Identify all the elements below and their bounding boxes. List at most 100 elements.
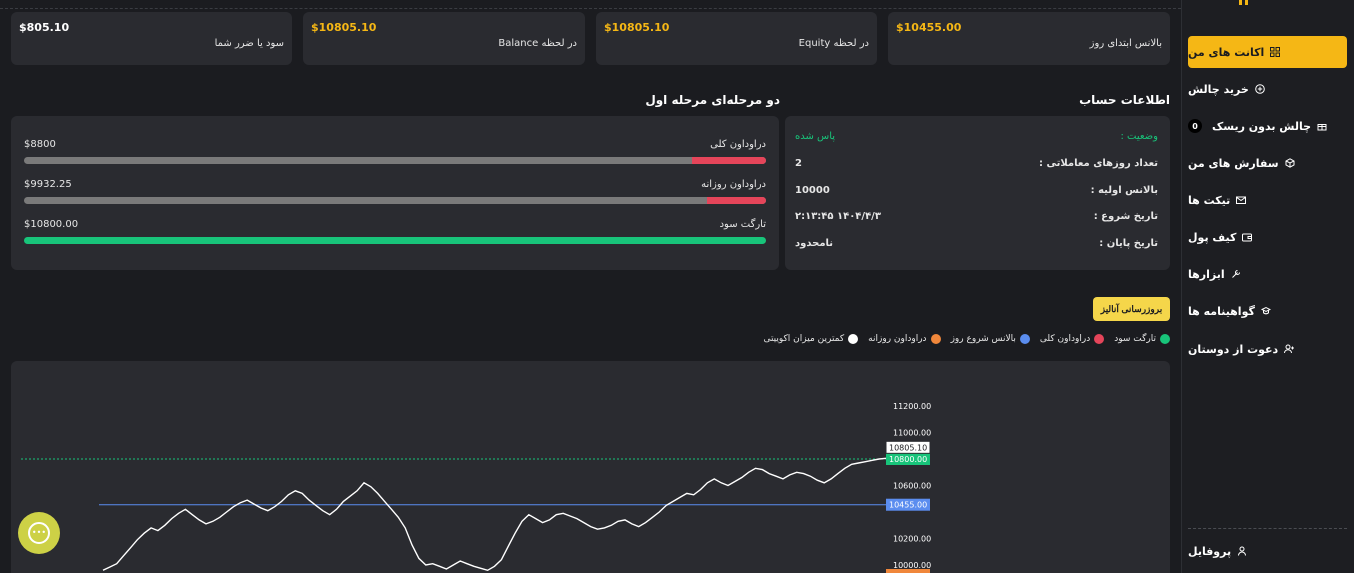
y-tick-label: 11000.00 bbox=[893, 429, 931, 438]
stat-card-start-balance: $10455.00 بالانس ابتدای روز bbox=[888, 12, 1170, 65]
stat-label: در لحظه Equity bbox=[798, 38, 869, 49]
top-divider bbox=[0, 8, 1181, 9]
legend-label: بالانس شروع روز bbox=[950, 334, 1016, 344]
drawdown-value: $9932.25 bbox=[24, 179, 72, 190]
stat-value: $805.10 bbox=[19, 21, 70, 34]
legend-dot bbox=[848, 334, 859, 344]
sidebar-item-label: گواهینامه ها bbox=[1188, 304, 1255, 318]
sidebar-item-tools[interactable]: ابزارها bbox=[1188, 259, 1347, 289]
target-label: تارگت سود bbox=[719, 219, 766, 230]
sidebar-item-label: پروفایل bbox=[1188, 544, 1232, 558]
stat-label: بالانس ابتدای روز bbox=[1089, 38, 1162, 49]
stat-card-pnl: $805.10 سود یا ضرر شما bbox=[11, 12, 292, 65]
info-value: نامحدود bbox=[795, 238, 834, 249]
legend-label: دراوداون روزانه bbox=[868, 334, 927, 344]
sidebar-item-label: سفارش های من bbox=[1188, 156, 1279, 170]
equity-series-line bbox=[102, 457, 887, 572]
drawdown-label: دراوداون کلی bbox=[710, 139, 766, 150]
target-value: $10800.00 bbox=[24, 219, 79, 230]
sidebar-item-label: خرید چالش bbox=[1188, 82, 1249, 96]
sidebar-item-tickets[interactable]: تیکت ها bbox=[1188, 185, 1347, 215]
sidebar-item-invite-friends[interactable]: دعوت از دوستان bbox=[1188, 334, 1347, 364]
challenge-title: دو مرحله‌ای مرحله اول bbox=[645, 93, 780, 107]
reference-line-label: 10800.00 bbox=[889, 455, 927, 464]
stat-value: $10805.10 bbox=[311, 21, 377, 34]
stat-card-balance: $10805.10 در لحظه Balance bbox=[303, 12, 585, 65]
stat-card-equity: $10805.10 در لحظه Equity bbox=[596, 12, 877, 65]
drawdown-label: دراوداون روزانه bbox=[701, 179, 766, 190]
tools-icon bbox=[1231, 270, 1240, 278]
y-tick-label: 10600.00 bbox=[893, 482, 931, 491]
stat-value: $10455.00 bbox=[896, 21, 962, 34]
legend-label: دراوداون کلی bbox=[1039, 334, 1091, 344]
drawdown-fill bbox=[691, 157, 766, 164]
legend-label: تارگت سود bbox=[1114, 334, 1156, 344]
drawdown-progress-bar bbox=[24, 157, 766, 164]
info-key: تاریخ پایان : bbox=[1099, 238, 1158, 249]
info-row: بالانس اولیه : 10000 bbox=[795, 185, 1158, 199]
stat-value: $10805.10 bbox=[604, 21, 670, 34]
sidebar-item-my-accounts[interactable]: اکانت های من bbox=[1188, 36, 1347, 68]
sidebar: اکانت های من خرید چالش چالش بدون ریسک 0 … bbox=[1181, 0, 1354, 573]
update-analysis-button[interactable]: بروزرسانی آنالیز bbox=[1093, 297, 1170, 321]
legend-item[interactable]: دراوداون روزانه bbox=[868, 334, 941, 344]
daily-drawdown-tag bbox=[886, 569, 930, 573]
info-key: بالانس اولیه : bbox=[1090, 185, 1158, 196]
gift-icon bbox=[1317, 124, 1327, 131]
info-value: 2 bbox=[795, 158, 802, 169]
certificate-icon bbox=[1260, 306, 1271, 315]
sidebar-item-label: ابزارها bbox=[1188, 267, 1225, 281]
sidebar-item-buy-challenge[interactable]: خرید چالش bbox=[1188, 74, 1347, 104]
drawdown-fill bbox=[706, 197, 766, 204]
sidebar-item-profile[interactable]: پروفایل bbox=[1188, 536, 1347, 566]
plus-circle-icon bbox=[1255, 84, 1265, 94]
drawdown-progress-bar bbox=[24, 197, 766, 204]
grid-icon bbox=[1270, 47, 1281, 57]
info-row: تاریخ پایان : نامحدود bbox=[795, 238, 1158, 252]
legend-dot bbox=[1094, 334, 1105, 344]
mail-icon bbox=[1236, 196, 1247, 204]
drawdown-value: $8800 bbox=[24, 139, 56, 150]
y-tick-label: 10200.00 bbox=[893, 535, 931, 544]
equity-chart-svg: 11200.00 11000.00 10600.00 10200.00 10000.00… bbox=[21, 402, 931, 573]
box-icon bbox=[1285, 158, 1295, 168]
status-value: پاس شده bbox=[795, 131, 836, 142]
user-icon bbox=[1238, 546, 1247, 556]
sidebar-item-label: دعوت از دوستان bbox=[1188, 342, 1279, 356]
user-plus-icon bbox=[1284, 344, 1295, 354]
sidebar-item-certificates[interactable]: گواهینامه ها bbox=[1188, 296, 1347, 326]
sidebar-item-wallet[interactable]: کیف پول bbox=[1188, 222, 1347, 252]
count-badge: 0 bbox=[1188, 119, 1202, 133]
chat-support-button[interactable]: ••• bbox=[18, 512, 60, 554]
legend-item[interactable]: بالانس شروع روز bbox=[951, 334, 1030, 344]
legend-item[interactable]: دراوداون کلی bbox=[1039, 334, 1105, 344]
status-row: وضعیت : پاس شده bbox=[795, 131, 1158, 145]
legend-item[interactable]: تارگت سود bbox=[1114, 334, 1170, 344]
info-value: 10000 bbox=[795, 185, 830, 196]
y-tick-label: 10000.00 bbox=[893, 561, 931, 570]
challenge-card: دراوداون کلی $8800 دراوداون روزانه $9932… bbox=[11, 116, 779, 270]
current-value-label: 10805.10 bbox=[889, 443, 927, 452]
stat-label: سود یا ضرر شما bbox=[214, 38, 284, 49]
legend-item[interactable]: کمترین میزان اکوییتی bbox=[763, 334, 859, 344]
legend-dot bbox=[930, 334, 941, 344]
legend-label: کمترین میزان اکوییتی bbox=[763, 334, 845, 344]
sidebar-item-my-orders[interactable]: سفارش های من bbox=[1188, 148, 1347, 178]
sidebar-item-label: کیف پول bbox=[1188, 230, 1237, 244]
account-info-card: وضعیت : پاس شده تعداد روزهای معاملاتی : … bbox=[785, 116, 1170, 270]
sidebar-item-label: چالش بدون ریسک bbox=[1212, 119, 1312, 133]
legend-dot bbox=[1160, 334, 1170, 344]
sidebar-item-riskfree-challenge[interactable]: چالش بدون ریسک 0 bbox=[1188, 111, 1347, 141]
sidebar-divider bbox=[1188, 528, 1347, 529]
equity-chart[interactable]: 11200.00 11000.00 10600.00 10200.00 10000.00… bbox=[11, 361, 1170, 573]
sidebar-item-label: تیکت ها bbox=[1188, 193, 1231, 207]
info-value: ۲:۱۳:۴۵ ۱۴۰۴/۴/۳ bbox=[795, 211, 881, 222]
reference-line-label: 10455.00 bbox=[889, 501, 927, 510]
y-tick-label: 11200.00 bbox=[893, 402, 931, 411]
account-info-title: اطلاعات حساب bbox=[1079, 93, 1170, 107]
status-label: وضعیت : bbox=[1120, 131, 1158, 142]
chat-icon: ••• bbox=[28, 522, 50, 544]
logo bbox=[1239, 0, 1249, 5]
info-key: تعداد روزهای معاملاتی : bbox=[1038, 158, 1158, 169]
info-row: تاریخ شروع : ۲:۱۳:۴۵ ۱۴۰۴/۴/۳ bbox=[795, 211, 1158, 225]
